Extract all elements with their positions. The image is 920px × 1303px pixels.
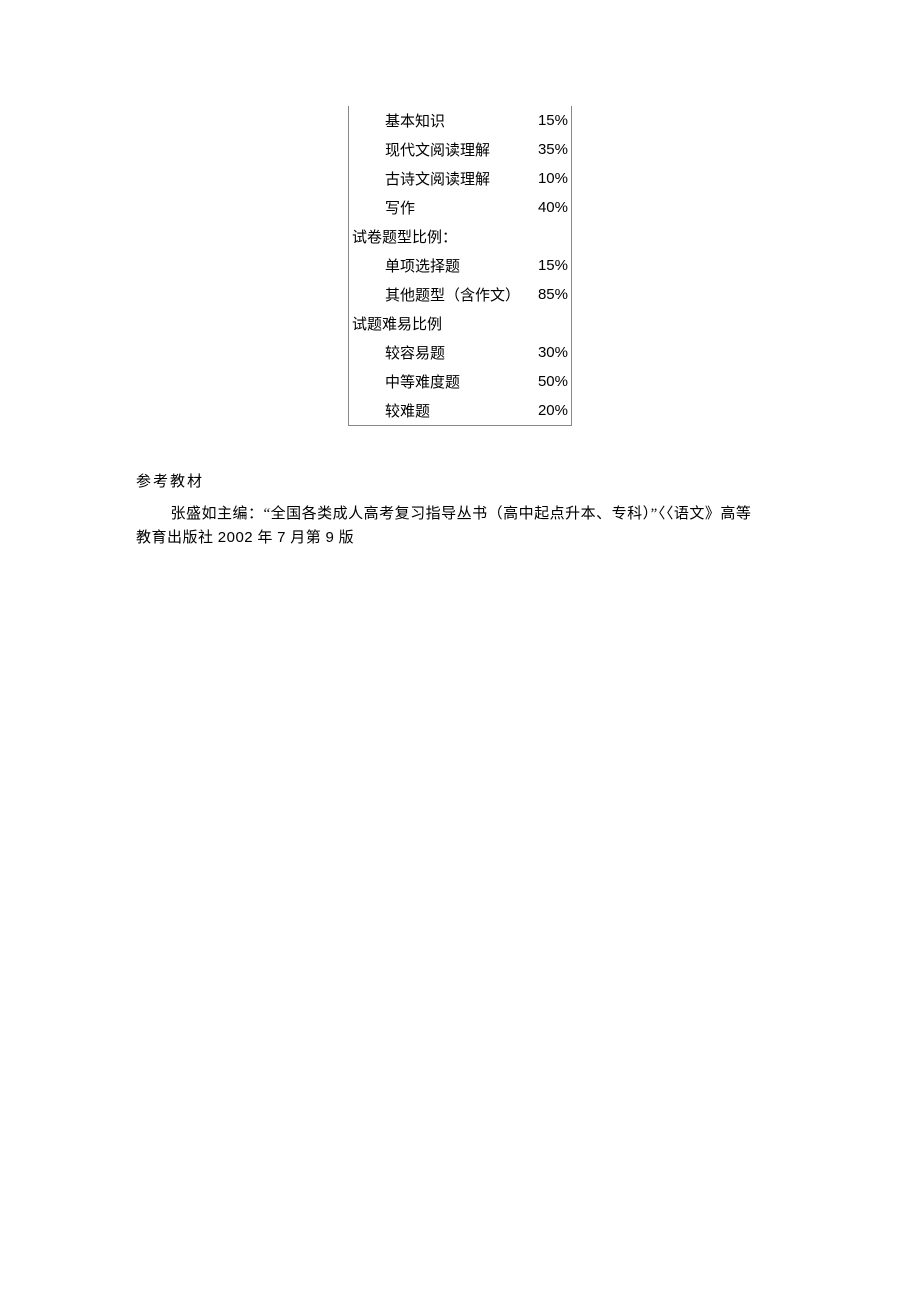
table-row: 较容易题 30%	[349, 338, 571, 367]
ref-text: 版	[334, 530, 354, 546]
row-label: 古诗文阅读理解	[385, 168, 490, 189]
ref-text: 教育出版社	[136, 530, 218, 546]
table-row: 其他题型（含作文） 85%	[349, 280, 571, 309]
table-row: 写作 40%	[349, 193, 571, 222]
reference-body-line2: 教育出版社 2002 年 7 月第 9 版	[136, 526, 792, 550]
row-label: 其他题型（含作文）	[385, 284, 520, 305]
ratio-table: 基本知识 15% 现代文阅读理解 35% 古诗文阅读理解 10% 写作 40% …	[348, 106, 572, 426]
section-header: 试卷题型比例：	[349, 222, 571, 251]
row-label: 中等难度题	[385, 371, 460, 392]
row-label: 较容易题	[385, 342, 445, 363]
row-value: 85%	[538, 286, 568, 303]
row-value: 10%	[538, 170, 568, 187]
reference-body-line1: 张盛如主编：“全国各类成人高考复习指导丛书（高中起点升本、专科）”〈〈语文》高等	[136, 502, 792, 526]
table-row: 单项选择题 15%	[349, 251, 571, 280]
row-value: 40%	[538, 199, 568, 216]
row-value: 15%	[538, 112, 568, 129]
ref-text: 年	[253, 530, 277, 546]
row-label: 较难题	[385, 400, 430, 421]
reference-section: 参考教材 张盛如主编：“全国各类成人高考复习指导丛书（高中起点升本、专科）”〈〈…	[136, 470, 792, 550]
table-row: 中等难度题 50%	[349, 367, 571, 396]
row-label: 单项选择题	[385, 255, 460, 276]
row-value: 30%	[538, 344, 568, 361]
row-value: 15%	[538, 257, 568, 274]
table-row: 基本知识 15%	[349, 106, 571, 135]
reference-heading: 参考教材	[136, 470, 792, 494]
row-value: 50%	[538, 373, 568, 390]
row-label: 基本知识	[385, 110, 445, 131]
header-label: 试题难易比例	[352, 313, 442, 334]
ref-text: 张盛如主编：“全国各类成人高考复习指导丛书（高中起点升本、专科）”〈〈语文》高等	[171, 506, 752, 522]
row-value: 35%	[538, 141, 568, 158]
ref-year: 2002	[218, 529, 253, 546]
header-label: 试卷题型比例：	[352, 226, 457, 247]
table-row: 现代文阅读理解 35%	[349, 135, 571, 164]
ref-month: 7	[277, 529, 286, 546]
section-header: 试题难易比例	[349, 309, 571, 338]
row-label: 写作	[385, 197, 415, 218]
table-row: 较难题 20%	[349, 396, 571, 425]
table-row: 古诗文阅读理解 10%	[349, 164, 571, 193]
row-label: 现代文阅读理解	[385, 139, 490, 160]
row-value: 20%	[538, 402, 568, 419]
ref-text: 月第	[286, 530, 326, 546]
